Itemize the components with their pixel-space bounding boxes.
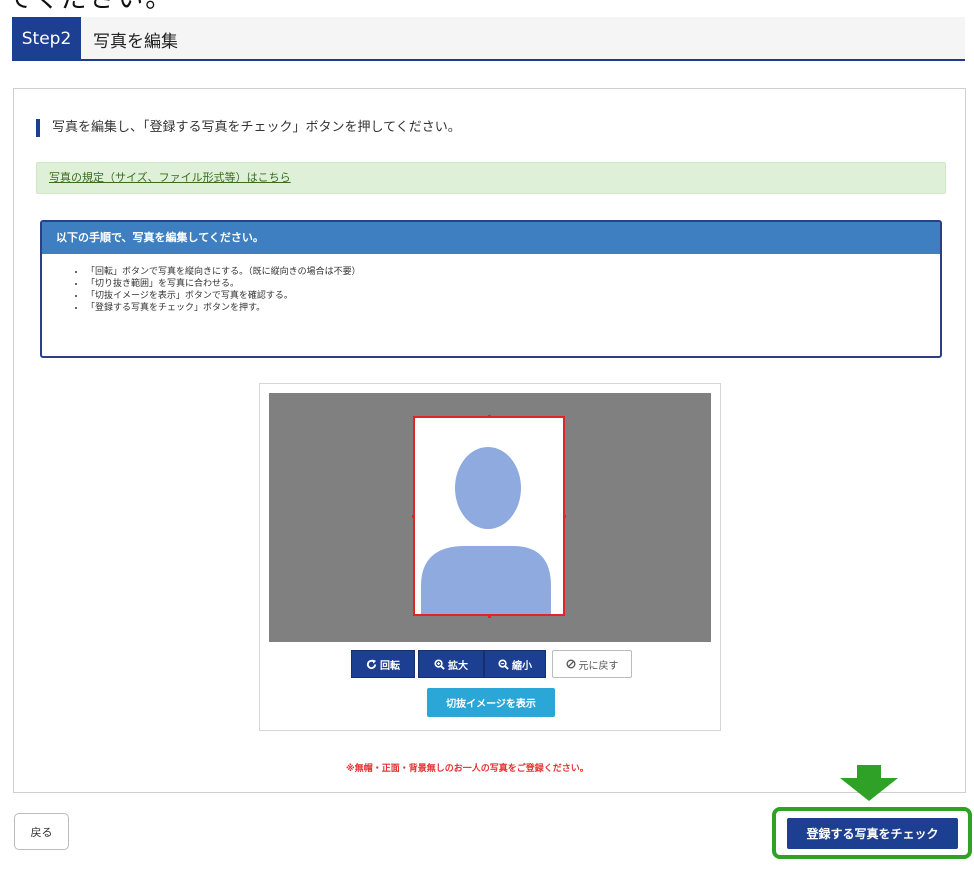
steps-box-title: 以下の手順で、写真を編集してください。 [42,222,940,254]
step-badge: Step2 [12,17,81,61]
crop-handle[interactable] [488,615,491,618]
crop-handle[interactable] [488,415,491,418]
zoom-out-button[interactable]: 縮小 [484,650,546,678]
photo-editor: 回転 拡大 縮小 元に戻す 切抜イメージを表示 [259,383,721,731]
list-item: 「切抜イメージを表示」ボタンで写真を確認する。 [86,290,940,302]
reset-label: 元に戻す [578,660,619,672]
photo-rules-alert: 写真の規定（サイズ、ファイル形式等）はこちら [36,162,946,194]
zoom-out-icon [498,658,509,670]
zoom-out-label: 縮小 [512,660,532,672]
person-silhouette-icon [421,447,551,614]
rotate-button[interactable]: 回転 [351,650,415,678]
instruction-text: 写真を編集し、「登録する写真をチェック」ボタンを押してください。 [36,119,461,137]
preview-crop-button[interactable]: 切抜イメージを表示 [427,688,555,717]
photo-warning: ※無帽・正面・背景無しのお一人の写真をご登録ください。 [346,764,589,774]
photo-canvas[interactable] [269,393,711,642]
crop-handle[interactable] [412,515,415,518]
crop-handle[interactable] [563,515,566,518]
back-button[interactable]: 戻る [14,813,69,850]
arrow-down-icon [840,765,898,801]
step-header: Step2 写真を編集 [12,17,965,61]
rotate-icon [366,658,377,669]
steps-box: 以下の手順で、写真を編集してください。 「回転」ボタンで写真を縦向きにする。（既… [40,220,942,358]
steps-list: 「回転」ボタンで写真を縦向きにする。（既に縦向きの場合は不要） 「切り抜き範囲」… [42,266,940,314]
photo-rules-link[interactable]: 写真の規定（サイズ、ファイル形式等）はこちら [49,163,291,193]
step-title: 写真を編集 [93,31,178,52]
reset-button[interactable]: 元に戻す [552,650,632,678]
rotate-label: 回転 [380,660,400,672]
edit-panel: 写真を編集し、「登録する写真をチェック」ボタンを押してください。 写真の規定（サ… [13,88,966,793]
list-item: 「切り抜き範囲」を写真に合わせる。 [86,278,940,290]
editor-toolbar: 回転 拡大 縮小 元に戻す [351,650,632,680]
zoom-in-label: 拡大 [448,660,468,672]
top-clipped-text: てください。 [6,0,173,12]
list-item: 「登録する写真をチェック」ボタンを押す。 [86,302,940,314]
zoom-in-button[interactable]: 拡大 [418,650,484,678]
list-item: 「回転」ボタンで写真を縦向きにする。（既に縦向きの場合は不要） [86,266,940,278]
check-photo-button[interactable]: 登録する写真をチェック [787,818,958,849]
crop-box[interactable] [413,416,565,616]
submit-highlight: 登録する写真をチェック [772,807,972,859]
zoom-in-icon [434,658,445,670]
ban-icon [566,659,575,669]
